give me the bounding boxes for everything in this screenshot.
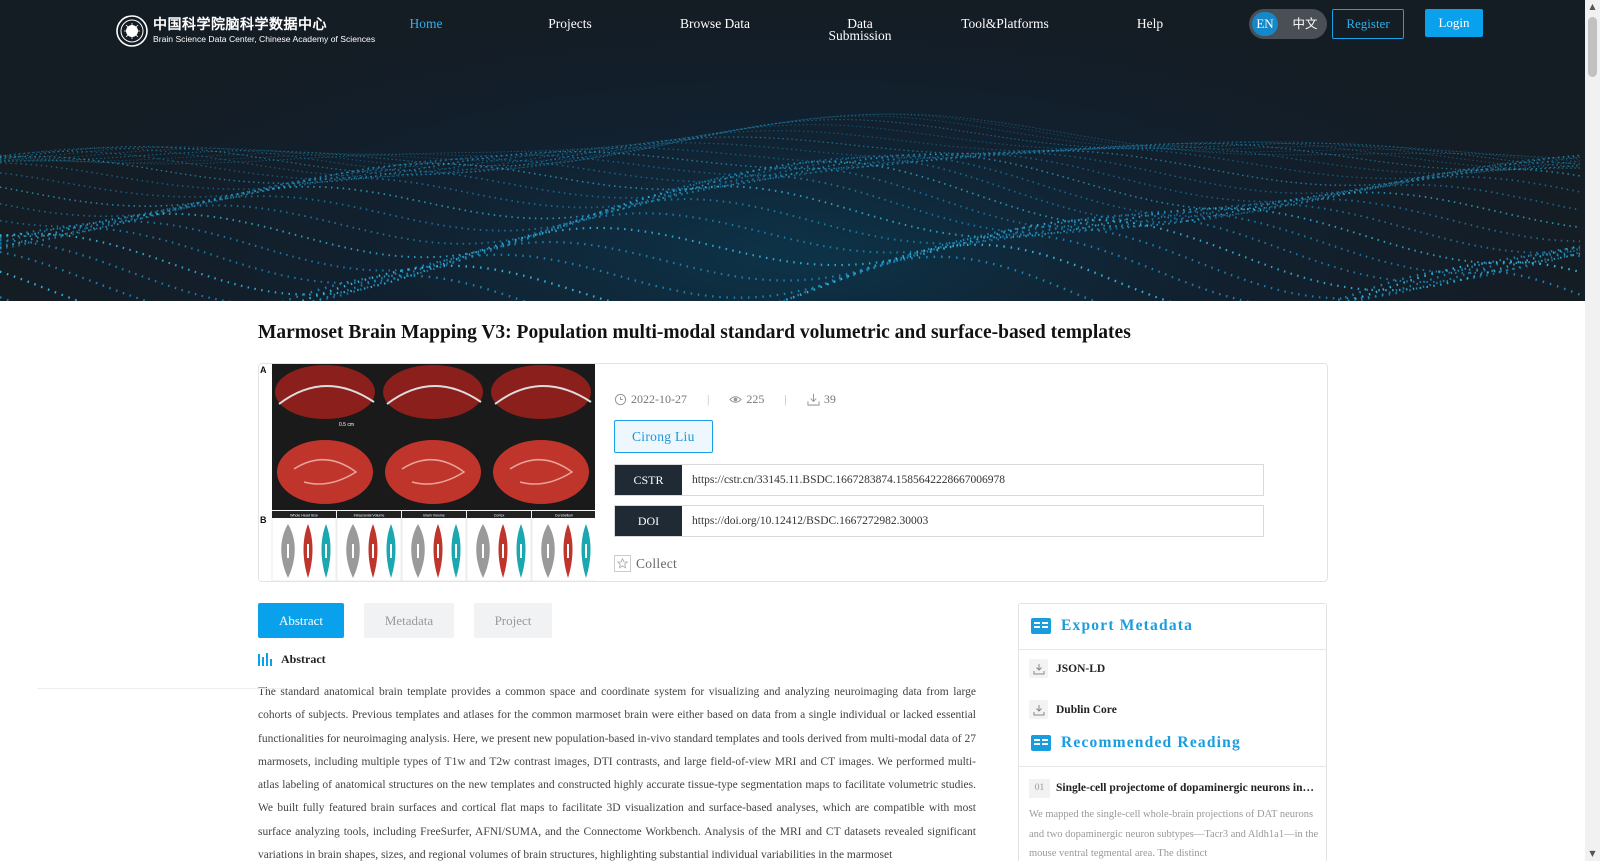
cstr-value[interactable]: https://cstr.cn/33145.11.BSDC.1667283874…	[682, 465, 1005, 495]
violin-panel: Brain Volume	[401, 510, 467, 581]
logo-en-text: Brain Science Data Center, Chinese Acade…	[153, 34, 376, 44]
language-switch[interactable]: EN 中文	[1249, 9, 1327, 39]
divider	[37, 688, 285, 689]
nav-tools-platforms[interactable]: Tool&Platforms	[935, 17, 1075, 31]
tab-abstract[interactable]: Abstract	[258, 603, 344, 638]
download-icon	[1029, 659, 1048, 678]
dataset-meta-row: 2022-10-27 | 225 | 39	[614, 392, 836, 406]
recommended-title[interactable]: Single-cell projectome of dopaminergic n…	[1056, 779, 1316, 798]
divider	[1019, 766, 1326, 767]
mri-sagittal-2	[383, 365, 483, 419]
dataset-figure[interactable]: A B 0.5 cm Whole Head Size Intracranial …	[259, 364, 595, 581]
violin-title: Cerebellum	[555, 514, 573, 518]
nav-submission-line2: Submission	[828, 28, 892, 43]
mri-sagittal-1	[275, 365, 375, 419]
author-tag[interactable]: Cirong Liu	[614, 420, 713, 453]
doi-label: DOI	[615, 506, 682, 536]
download-icon	[1029, 700, 1048, 719]
nav-projects[interactable]: Projects	[500, 17, 640, 31]
eye-icon	[729, 395, 743, 403]
cas-emblem-icon	[116, 15, 148, 47]
star-icon	[614, 555, 631, 572]
export-metadata-title: Export Metadata	[1061, 617, 1194, 634]
violin-plots: Whole Head Size Intracranial Volume Brain …	[271, 510, 595, 581]
lang-en-option[interactable]: EN	[1252, 12, 1278, 36]
mri-axial-1	[277, 440, 373, 504]
wave-dots	[0, 113, 1581, 301]
panel-b-label: B	[260, 515, 267, 525]
abstract-text: The standard anatomical brain template p…	[258, 686, 976, 861]
violin-panel: Intracranial Volume	[336, 510, 402, 581]
bars-icon	[258, 652, 272, 666]
collect-label: Collect	[636, 555, 678, 571]
meta-separator: |	[784, 391, 787, 406]
export-json-ld-label: JSON-LD	[1056, 662, 1106, 675]
abstract-heading-text: Abstract	[281, 652, 326, 666]
violin-title: Intracranial Volume	[354, 514, 385, 518]
nav-help[interactable]: Help	[1080, 17, 1220, 31]
violin-panel: Cerebellum	[531, 510, 595, 581]
recommended-reading-title: Recommended Reading	[1061, 734, 1241, 751]
meta-separator: |	[707, 391, 710, 406]
page-scrollbar[interactable]: ▲ ▼	[1585, 0, 1600, 861]
download-count-icon	[807, 393, 820, 406]
sidebar-card: Export Metadata JSON-LD Dublin Core Reco…	[1018, 603, 1327, 861]
download-count: 39	[823, 391, 836, 406]
tab-metadata[interactable]: Metadata	[364, 603, 454, 638]
export-json-ld[interactable]: JSON-LD	[1029, 659, 1105, 678]
login-button[interactable]: Login	[1425, 9, 1483, 37]
export-metadata-heading: Export Metadata	[1031, 617, 1193, 635]
register-button[interactable]: Register	[1332, 9, 1404, 39]
mri-panels: 0.5 cm	[272, 364, 595, 510]
panel-a-label: A	[260, 365, 267, 375]
recommended-snippet: We mapped the single-cell whole-brain pr…	[1029, 809, 1319, 859]
mri-axial-3	[493, 440, 589, 504]
scroll-thumb[interactable]	[1588, 17, 1597, 77]
view-count: 225	[746, 391, 765, 406]
scroll-down-icon[interactable]: ▼	[1585, 847, 1600, 861]
collect-button[interactable]: Collect	[614, 555, 677, 572]
mri-axial-2	[385, 440, 481, 504]
book-icon	[1031, 618, 1051, 634]
violin-panel: Cortex	[466, 510, 532, 581]
logo-cn-text: 中国科学院脑科学数据中心	[153, 17, 327, 33]
hero-banner: 中国科学院脑科学数据中心 Brain Science Data Center, …	[0, 0, 1585, 301]
mri-sagittal-3	[491, 365, 592, 419]
site-logo[interactable]: 中国科学院脑科学数据中心 Brain Science Data Center, …	[116, 14, 386, 48]
nav-browse-data[interactable]: Browse Data	[645, 17, 785, 31]
doi-value[interactable]: https://doi.org/10.12412/BSDC.1667272982…	[682, 506, 928, 536]
publish-date: 2022-10-27	[631, 391, 687, 406]
recommended-number: 01	[1029, 779, 1050, 798]
scroll-up-icon[interactable]: ▲	[1585, 0, 1600, 14]
violin-title: Cortex	[494, 514, 505, 518]
clock-icon	[614, 393, 627, 405]
dataset-title: Marmoset Brain Mapping V3: Population mu…	[258, 322, 1131, 343]
cstr-label: CSTR	[615, 465, 682, 495]
nav-home[interactable]: Home	[356, 17, 496, 31]
violin-panel: Whole Head Size	[271, 510, 337, 581]
scale-bar-label: 0.5 cm	[339, 422, 354, 428]
abstract-heading: Abstract	[258, 652, 326, 667]
divider	[1019, 649, 1326, 650]
nav-data-submission[interactable]: Data Submission	[790, 17, 930, 43]
recommended-reading-heading: Recommended Reading	[1031, 734, 1241, 752]
export-dublin-core[interactable]: Dublin Core	[1029, 700, 1117, 719]
lang-cn-option[interactable]: 中文	[1289, 12, 1321, 36]
dataset-info-card: A B 0.5 cm Whole Head Size Intracranial …	[258, 363, 1328, 582]
doi-row: DOI https://doi.org/10.12412/BSDC.166727…	[614, 505, 1264, 537]
violin-title: Brain Volume	[423, 514, 444, 518]
book-icon	[1031, 735, 1051, 751]
export-dublin-core-label: Dublin Core	[1056, 703, 1117, 716]
cstr-row: CSTR https://cstr.cn/33145.11.BSDC.16672…	[614, 464, 1264, 496]
violin-title: Whole Head Size	[290, 514, 318, 518]
tab-project[interactable]: Project	[474, 603, 552, 638]
